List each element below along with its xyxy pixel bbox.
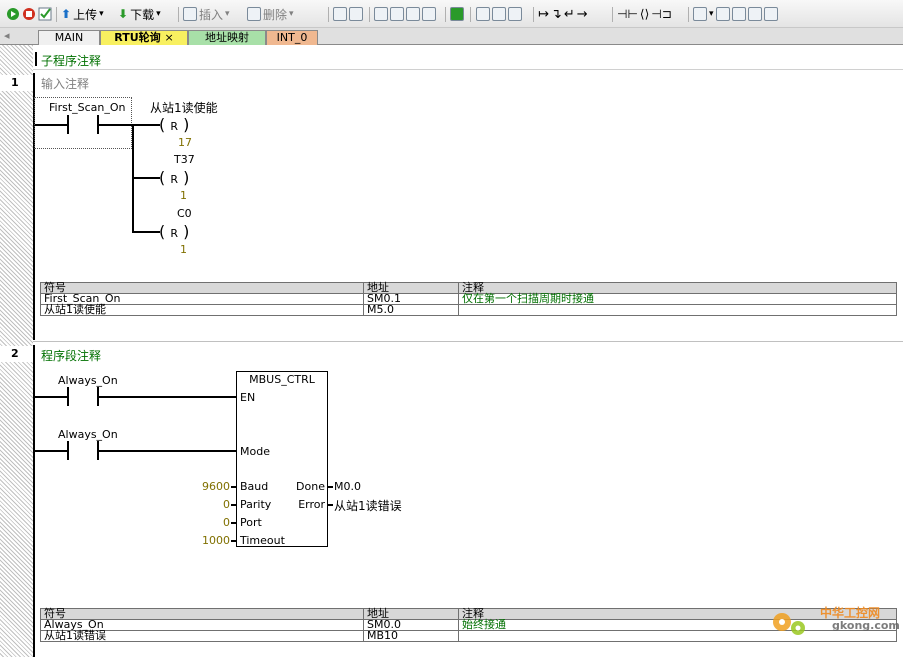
tab-main[interactable]: MAIN	[38, 30, 100, 45]
tab-bar: ◂ MAIN RTU轮询 × 地址映射 INT_0	[0, 28, 903, 45]
pin-error: Error	[298, 498, 325, 511]
download-button[interactable]: ⬇ 下载 ▾	[118, 5, 161, 23]
no-contact-2-left[interactable]	[67, 441, 69, 460]
network-number-2[interactable]: 2	[0, 346, 33, 362]
insert-button[interactable]: 插入 ▾	[183, 5, 230, 23]
network-number-1[interactable]: 1	[0, 75, 33, 91]
coil-1-count: 17	[178, 136, 192, 149]
symbol-table-1: 符号 地址 注释 First_Scan_On SM0.1 仅在第一个扫描周期时接…	[40, 282, 897, 316]
tab-rtu-polling[interactable]: RTU轮询 ×	[100, 30, 188, 45]
coil-2-label: T37	[174, 153, 195, 166]
pin-timeout: Timeout	[240, 534, 285, 547]
tab-address-map[interactable]: 地址映射	[188, 30, 266, 45]
no-contact-left[interactable]	[67, 115, 69, 134]
run-icon[interactable]	[6, 5, 20, 23]
reset-coil-3[interactable]: ( R )	[159, 224, 189, 242]
scroll-left-icon[interactable]: ◂	[4, 29, 10, 42]
table-row[interactable]: 从站1读使能 M5.0	[40, 304, 897, 316]
pin-baud: Baud	[240, 480, 269, 493]
network-gutter: 1 2	[0, 45, 33, 657]
table-row[interactable]: First_Scan_On SM0.1 仅在第一个扫描周期时接通	[40, 293, 897, 305]
close-tab-icon[interactable]: ×	[165, 31, 174, 44]
gear-logo-icon	[773, 613, 805, 635]
network-2-comment[interactable]: 程序段注释	[41, 347, 101, 364]
mbus-ctrl-block[interactable]: MBUS_CTRL EN Mode Baud Parity Port Timeo…	[236, 371, 328, 547]
coil-2-count: 1	[180, 189, 187, 202]
compile-icon[interactable]	[38, 5, 52, 23]
toolbar-icon-group-3[interactable]	[450, 5, 464, 23]
pin-parity: Parity	[240, 498, 272, 511]
upload-button[interactable]: ⬆ 上传 ▾	[61, 5, 104, 23]
header-marker	[35, 52, 37, 66]
download-arrow-icon: ⬇	[118, 7, 129, 21]
pin-port: Port	[240, 516, 262, 529]
contact-1-label: Always_On	[58, 374, 118, 387]
reset-coil-1[interactable]: ( R )	[159, 117, 189, 135]
toolbar-icon-group-4[interactable]	[476, 5, 522, 23]
error-output[interactable]: 从站1读错误	[334, 497, 402, 514]
insert-icon	[183, 7, 197, 21]
subroutine-comment[interactable]: 子程序注释	[41, 52, 101, 69]
gkong-watermark: 中华工控网 gkong.com	[768, 604, 900, 640]
toolbar-icon-group-5[interactable]: ▾	[693, 5, 778, 23]
contact-2-label: Always_On	[58, 428, 118, 441]
timeout-value[interactable]: 1000	[202, 534, 230, 547]
network-1-comment[interactable]: 输入注释	[41, 75, 89, 92]
upload-arrow-icon: ⬆	[61, 7, 72, 21]
reset-coil-2[interactable]: ( R )	[159, 170, 189, 188]
selection-box	[34, 97, 132, 149]
pin-mode: Mode	[240, 445, 270, 458]
parity-value[interactable]: 0	[223, 498, 230, 511]
baud-value[interactable]: 9600	[202, 480, 230, 493]
power-rail-2	[33, 345, 35, 657]
tab-int0[interactable]: INT_0	[266, 30, 318, 45]
coil-3-label: C0	[177, 207, 192, 220]
toolbar-icon-group-1[interactable]	[333, 5, 363, 23]
toolbar-icon-group-2[interactable]	[374, 5, 436, 23]
no-contact-1-left[interactable]	[67, 387, 69, 406]
coil-1-label: 从站1读使能	[150, 101, 218, 115]
pin-en: EN	[240, 391, 256, 404]
delete-button[interactable]: 删除 ▾	[247, 5, 294, 23]
coil-3-count: 1	[180, 243, 187, 256]
toolbar: ⬆ 上传 ▾ ⬇ 下载 ▾ 插入 ▾ 删除 ▾ ↦ ↴ ↵ → ⊣⊢ ⟨⟩ ⊣⊐ ▾	[0, 0, 903, 28]
stop-icon[interactable]	[22, 5, 36, 23]
ladder-wire-icons[interactable]: ↦ ↴ ↵ →	[538, 5, 588, 23]
pin-done: Done	[296, 480, 325, 493]
done-output[interactable]: M0.0	[334, 480, 361, 493]
block-title: MBUS_CTRL	[249, 373, 315, 386]
delete-icon	[247, 7, 261, 21]
port-value[interactable]: 0	[223, 516, 230, 529]
ladder-element-icons[interactable]: ⊣⊢ ⟨⟩ ⊣⊐	[617, 5, 672, 23]
